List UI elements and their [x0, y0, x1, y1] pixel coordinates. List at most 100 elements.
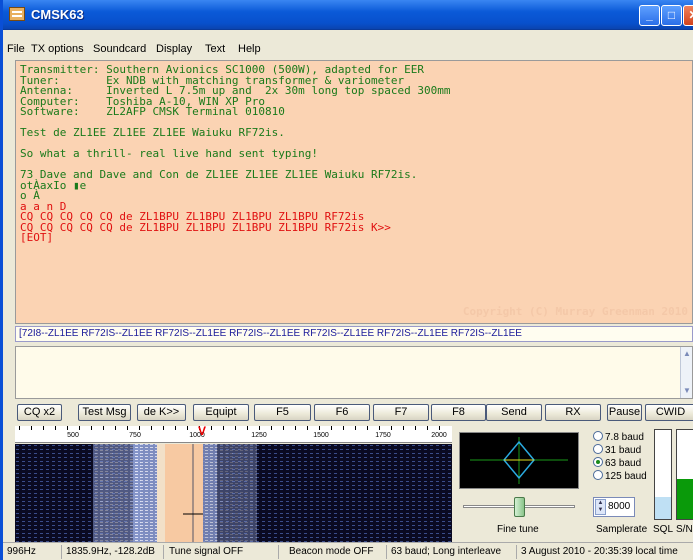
fine-tune-slider[interactable]: [459, 494, 579, 518]
spin-arrows-icon[interactable]: ▲ ▼: [595, 499, 606, 515]
fine-tune-thumb[interactable]: [513, 497, 525, 517]
ruler-tick: [247, 426, 248, 430]
menu-soundcard[interactable]: Soundcard: [93, 43, 146, 55]
baud-option-7-8[interactable]: 7.8 baud: [593, 431, 644, 443]
de-k-button[interactable]: de K>>: [137, 404, 186, 421]
sn-meter: [676, 429, 693, 520]
rx-red-line: CQ CQ CQ CQ CQ de ZL1BPU ZL1BPU ZL1BPU Z…: [20, 220, 391, 234]
rx-button[interactable]: RX: [545, 404, 601, 421]
status-bar: 996Hz 1835.9Hz, -128.2dB Tune signal OFF…: [3, 542, 693, 560]
ruler-tick: [367, 426, 368, 430]
maximize-button[interactable]: □: [661, 5, 682, 26]
test-msg-button[interactable]: Test Msg: [78, 404, 131, 421]
sql-meter[interactable]: [654, 429, 672, 520]
menu-file[interactable]: File: [7, 43, 25, 55]
equipt-button[interactable]: Equipt: [193, 404, 249, 421]
ruler-tick: [43, 426, 44, 430]
ruler-tick: [223, 426, 224, 430]
fine-tune-label: Fine tune: [497, 524, 539, 535]
app-window: CMSK63 _ □ ✕ File TX options Soundcard D…: [0, 0, 693, 560]
ruler-tick: [211, 426, 212, 430]
cq-x2-button[interactable]: CQ x2: [17, 404, 62, 421]
scroll-down-icon[interactable]: ▼: [682, 386, 692, 396]
phase-scope-display: [459, 432, 579, 489]
tune-marker-icon[interactable]: V: [198, 425, 206, 437]
samplerate-label: Samplerate: [596, 524, 648, 535]
status-freq: 996Hz: [7, 546, 36, 557]
waterfall-display[interactable]: [15, 444, 452, 542]
ruler-tick: [55, 426, 56, 430]
send-button[interactable]: Send: [486, 404, 542, 421]
ruler-tick: [403, 426, 404, 430]
ruler-tick: [67, 426, 68, 430]
f6-button[interactable]: F6: [314, 404, 370, 421]
transmit-text-input[interactable]: ▲ ▼: [15, 346, 693, 399]
ruler-label: 2000: [431, 432, 447, 439]
ruler-tick: [163, 426, 164, 430]
ruler-label: 750: [129, 432, 141, 439]
title-bar[interactable]: CMSK63 _ □ ✕: [3, 0, 693, 30]
baud-option-31[interactable]: 31 baud: [593, 444, 641, 456]
receive-text-pane[interactable]: Transmitter: Southern Avionics SC1000 (5…: [15, 60, 693, 324]
ruler-tick: [427, 426, 428, 430]
rx-red-line: [EOT]: [20, 231, 54, 244]
rx-line-test: Test de ZL1EE ZL1EE ZL1EE Waiuku RF72is.: [20, 126, 285, 139]
status-tune: Tune signal OFF: [169, 546, 244, 557]
ruler-tick: [151, 426, 152, 430]
status-peak: 1835.9Hz, -128.2dB: [66, 546, 155, 557]
minimize-button[interactable]: _: [639, 5, 660, 26]
ruler-tick: [283, 426, 284, 430]
cwid-button[interactable]: CWID: [645, 404, 693, 421]
menu-bar: File TX options Soundcard Display Text H…: [3, 40, 693, 58]
decode-strip: [72I8--ZL1EE RF72IS--ZL1EE RF72IS--ZL1EE…: [15, 326, 693, 342]
ruler-tick: [355, 426, 356, 430]
waterfall-image: [15, 444, 452, 542]
ruler-label: 1500: [313, 432, 329, 439]
ruler-tick: [379, 426, 380, 430]
f5-button[interactable]: F5: [254, 404, 311, 421]
copyright-watermark: Copyright (C) Murray Greenman 2010: [462, 305, 688, 318]
ruler-tick: [319, 426, 320, 430]
close-button[interactable]: ✕: [683, 5, 693, 26]
ruler-tick: [175, 426, 176, 430]
baud-option-125[interactable]: 125 baud: [593, 470, 647, 482]
ruler-tick: [343, 426, 344, 430]
sn-label: S/N: [676, 524, 693, 535]
f7-button[interactable]: F7: [373, 404, 429, 421]
baud-option-63[interactable]: 63 baud: [593, 457, 641, 469]
sn-level-fill: [677, 478, 693, 519]
rx-line-thrill: So what a thrill- real live hand sent ty…: [20, 147, 319, 160]
ruler-tick: [271, 426, 272, 430]
ruler-tick: [331, 426, 332, 430]
status-time: 3 August 2010 - 20:35:39 local time: [521, 546, 678, 557]
ruler-tick: [127, 426, 128, 430]
scroll-up-icon[interactable]: ▲: [682, 349, 692, 359]
pause-button[interactable]: Pause: [607, 404, 642, 421]
ruler-tick: [259, 426, 260, 430]
ruler-tick: [103, 426, 104, 430]
rx-garble-line: otÀaxIo ▮e: [20, 178, 87, 192]
status-beacon: Beacon mode OFF: [289, 546, 374, 557]
window-title: CMSK63: [31, 7, 84, 22]
menu-display[interactable]: Display: [156, 43, 192, 55]
menu-text[interactable]: Text: [205, 43, 225, 55]
tx-scrollbar[interactable]: ▲ ▼: [680, 347, 692, 398]
info-line: Software: ZL2AFP CMSK Terminal 010810: [20, 105, 285, 118]
menu-tx-options[interactable]: TX options: [31, 43, 84, 55]
ruler-tick: [235, 426, 236, 430]
ruler-tick: [187, 426, 188, 430]
ruler-tick: [139, 426, 140, 430]
ruler-tick: [415, 426, 416, 430]
sql-label: SQL: [653, 524, 674, 535]
ruler-tick: [91, 426, 92, 430]
frequency-ruler[interactable]: 500 750 1000 1250 1500 1750 2000 V: [15, 425, 452, 443]
app-icon: [9, 7, 25, 21]
ruler-tick: [79, 426, 80, 430]
ruler-label: 1750: [375, 432, 391, 439]
menu-help[interactable]: Help: [238, 43, 261, 55]
ruler-label: 1250: [251, 432, 267, 439]
ruler-tick: [19, 426, 20, 430]
ruler-tick: [295, 426, 296, 430]
f8-button[interactable]: F8: [431, 404, 486, 421]
samplerate-input[interactable]: ▲ ▼ 8000: [593, 497, 635, 517]
